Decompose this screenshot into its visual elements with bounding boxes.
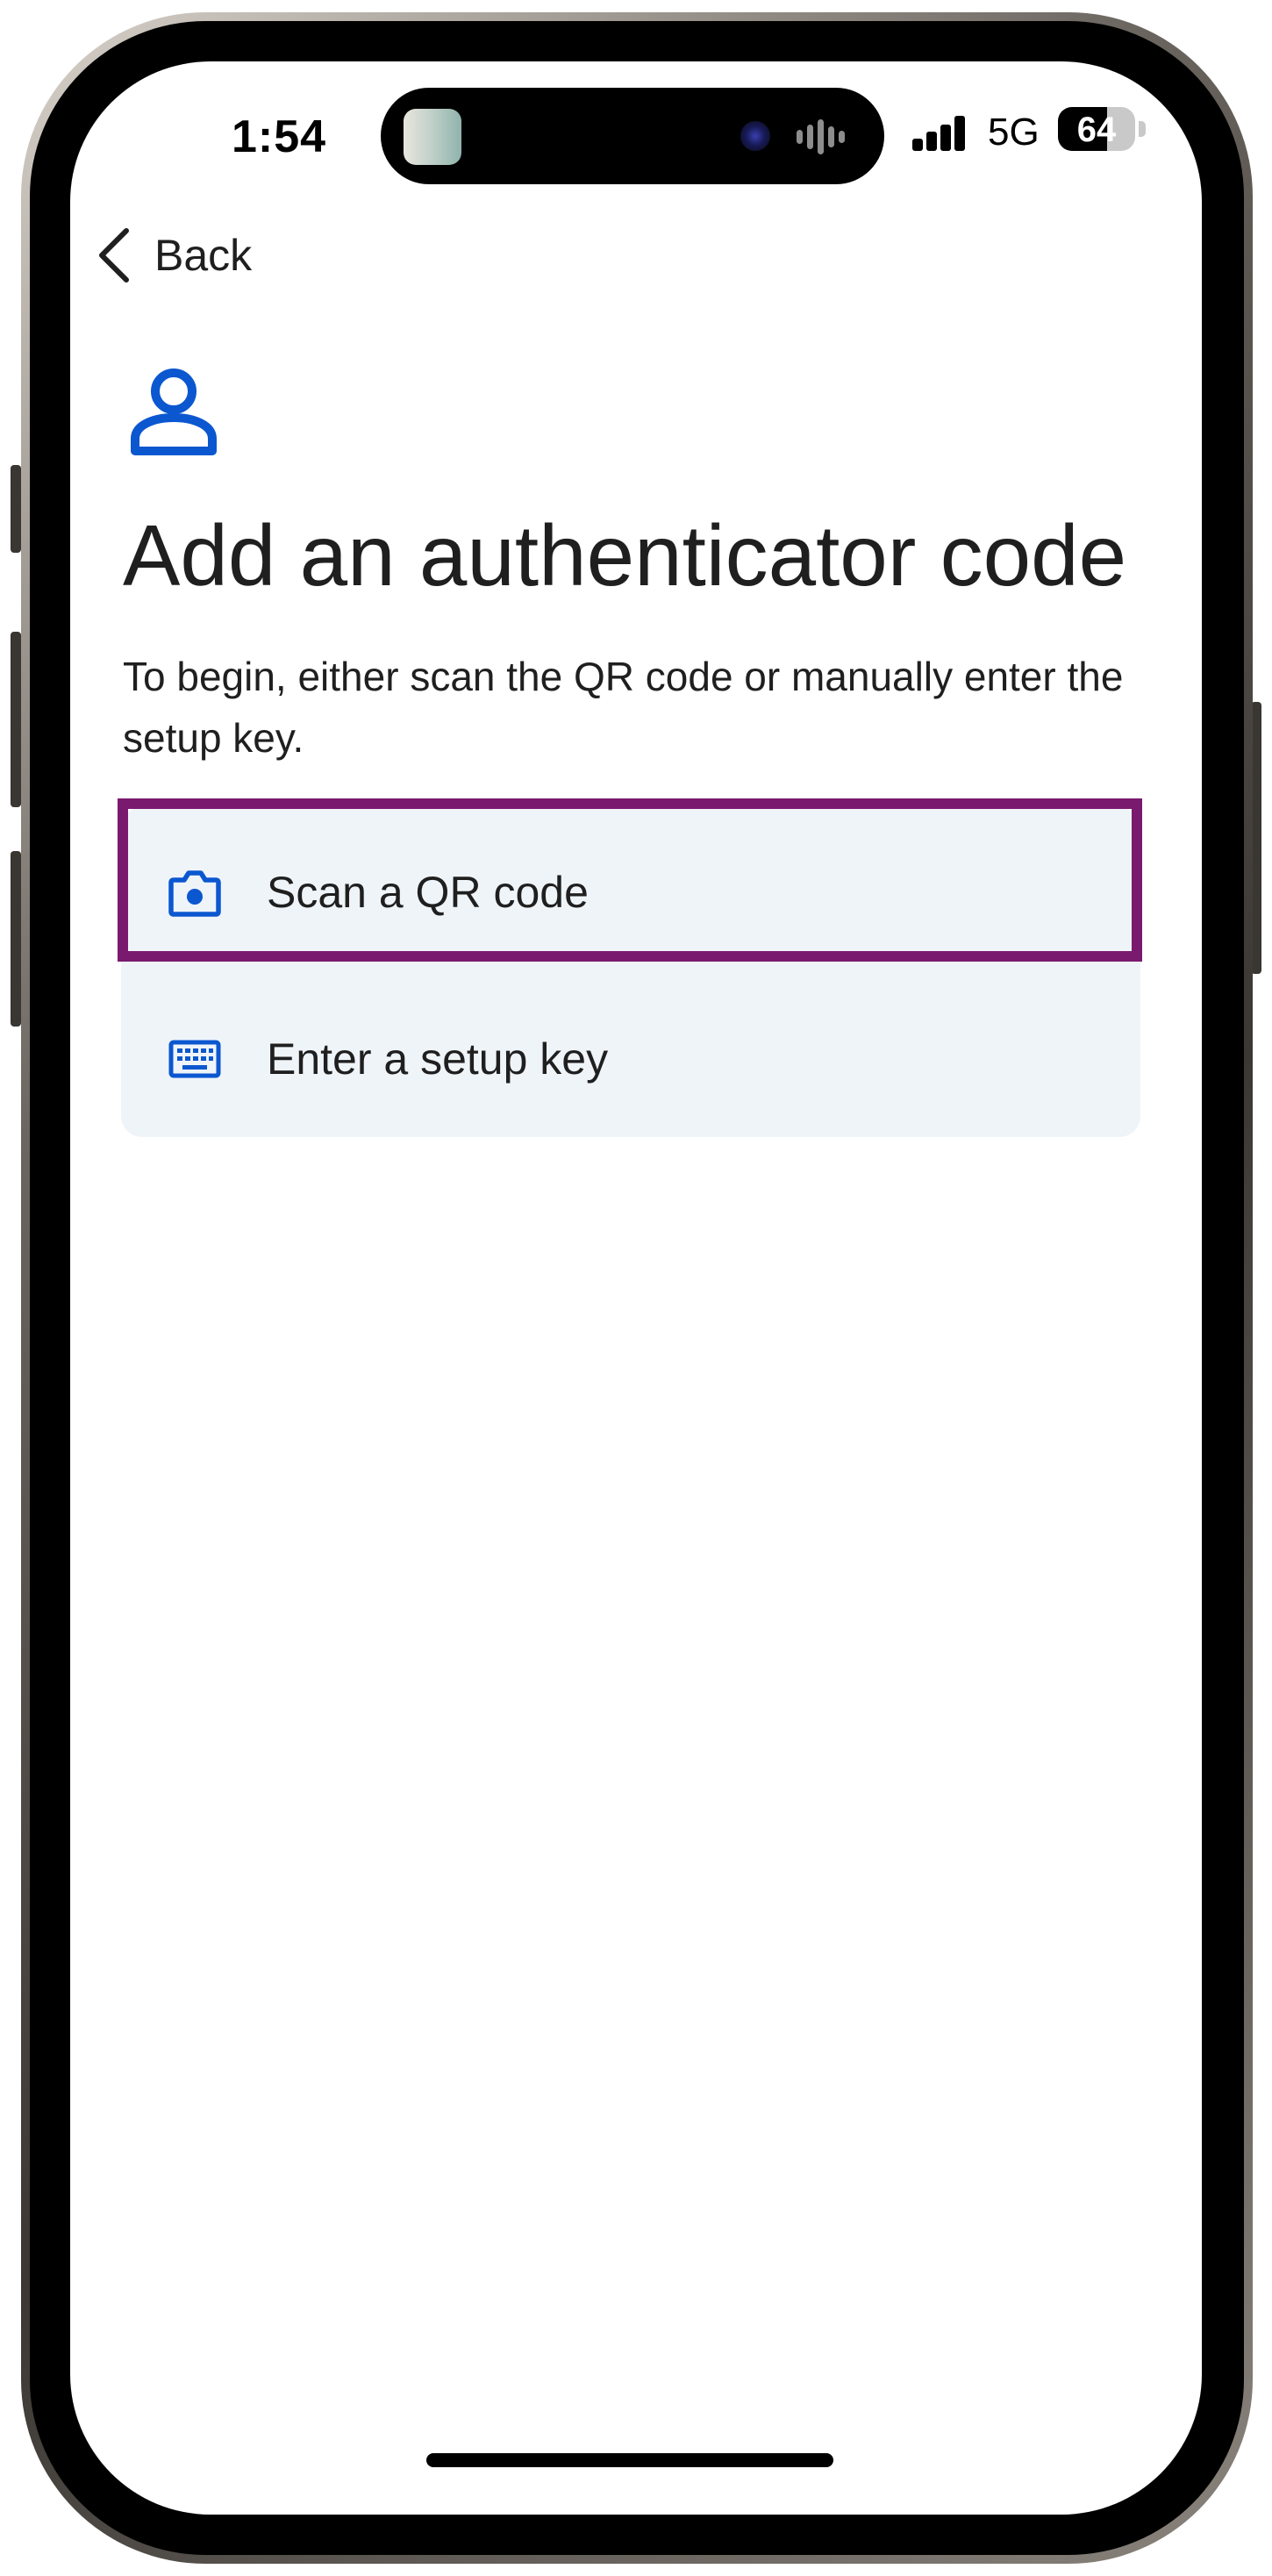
keyboard-icon xyxy=(167,1031,223,1087)
page-description: To begin, either scan the QR code or man… xyxy=(123,654,1124,761)
scan-qr-code-option[interactable]: Scan a QR code xyxy=(121,814,1140,970)
camera-icon xyxy=(167,864,223,920)
front-camera-icon xyxy=(740,121,770,151)
battery-icon: 64 xyxy=(1058,107,1135,151)
battery-tip xyxy=(1139,121,1146,137)
cellular-signal-icon xyxy=(912,116,968,151)
dynamic-island xyxy=(381,88,884,184)
volume-up-button xyxy=(11,632,21,807)
audio-waveform-icon xyxy=(797,119,858,154)
status-time: 1:54 xyxy=(231,111,327,162)
back-label: Back xyxy=(154,231,253,280)
enter-setup-key-label: Enter a setup key xyxy=(267,1034,609,1084)
phone-device: 1:54 5G 64 Back Add an authenticator cod… xyxy=(0,0,1272,2576)
back-button[interactable]: Back xyxy=(96,225,252,286)
volume-down-button xyxy=(11,851,21,1027)
add-code-options: Scan a QR code Enter a setup key xyxy=(121,807,1140,1137)
person-icon xyxy=(128,367,219,458)
chevron-left-icon xyxy=(96,227,132,283)
battery-level: 64 xyxy=(1076,111,1117,149)
action-button xyxy=(11,465,21,553)
scan-qr-code-label: Scan a QR code xyxy=(267,868,589,917)
enter-setup-key-option[interactable]: Enter a setup key xyxy=(121,981,1140,1137)
now-playing-artwork xyxy=(404,109,461,165)
page-title: Add an authenticator code xyxy=(123,507,1127,604)
screen: 1:54 5G 64 Back Add an authenticator cod… xyxy=(70,61,1202,2515)
network-type: 5G xyxy=(988,111,1040,154)
home-indicator[interactable] xyxy=(426,2453,833,2467)
